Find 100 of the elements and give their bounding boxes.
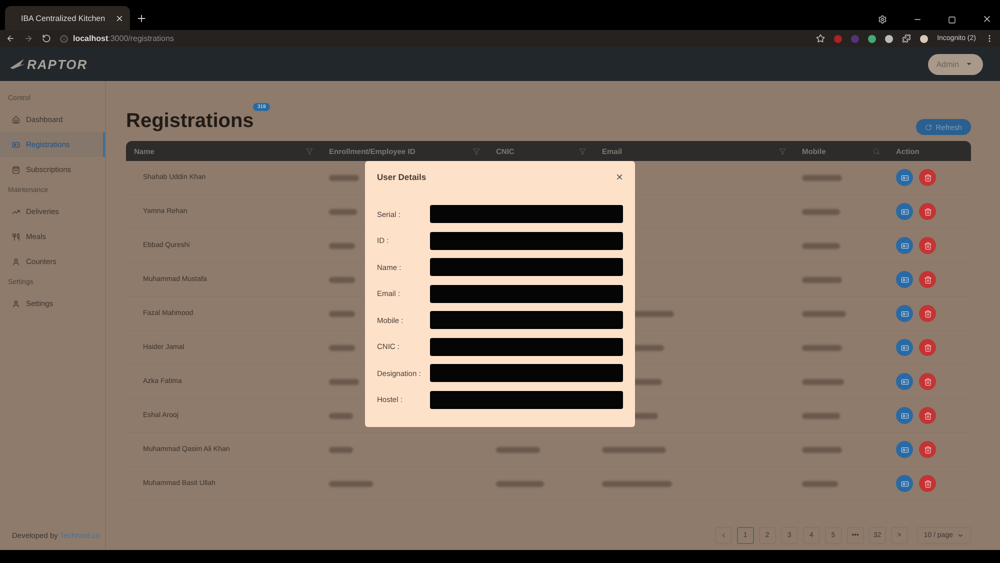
caret-icon (957, 532, 964, 539)
chevron-left-icon (720, 532, 727, 539)
blurred-text (329, 276, 355, 282)
tab-title: IBA Centralized Kitchen (21, 14, 106, 22)
filter-icon[interactable] (779, 148, 786, 154)
id-card-icon (900, 480, 908, 488)
blurred-text (602, 446, 666, 452)
search-icon[interactable] (873, 148, 880, 154)
view-button[interactable] (896, 373, 913, 390)
delete-button[interactable] (919, 407, 936, 424)
id-card-icon (900, 412, 908, 420)
url-text[interactable]: localhost:3000/registrations (73, 34, 174, 43)
blurred-text (802, 344, 842, 350)
view-button[interactable] (896, 237, 913, 254)
forward-icon[interactable] (24, 34, 33, 43)
filter-icon[interactable] (306, 148, 313, 154)
delete-button[interactable] (919, 475, 936, 492)
bag-icon (12, 166, 20, 174)
avatar-icon[interactable] (920, 34, 928, 42)
logo: RAPTOR (9, 56, 88, 72)
view-button[interactable] (896, 169, 913, 186)
blurred-text (802, 480, 838, 486)
trash-icon (924, 310, 932, 318)
user-menu-button[interactable]: Admin (928, 54, 983, 74)
delete-button[interactable] (919, 169, 936, 186)
user-icon (12, 258, 20, 266)
id-card-icon (900, 310, 908, 318)
blurred-text (802, 208, 840, 214)
dialog-title: User Details (377, 172, 426, 182)
id-card-icon (900, 208, 908, 216)
page-title: Registrations (126, 110, 254, 132)
delete-button[interactable] (919, 237, 936, 254)
view-button[interactable] (896, 271, 913, 288)
browser-tab[interactable]: IBA Centralized Kitchen (5, 6, 130, 30)
refresh-icon (924, 124, 932, 130)
delete-button[interactable] (919, 271, 936, 288)
filter-icon[interactable] (579, 148, 586, 154)
close-icon[interactable] (115, 14, 124, 22)
blurred-text (802, 310, 846, 316)
blurred-text (802, 276, 842, 282)
house-icon (12, 116, 20, 124)
trash-icon (924, 446, 932, 454)
back-icon[interactable] (6, 34, 15, 43)
blurred-text (329, 446, 353, 452)
trash-icon (924, 276, 932, 284)
trash-icon (924, 174, 932, 182)
view-button[interactable] (896, 305, 913, 322)
id-card-icon (900, 378, 908, 386)
trash-icon (924, 412, 932, 420)
view-button[interactable] (896, 407, 913, 424)
trash-icon (924, 378, 932, 386)
delete-button[interactable] (919, 305, 936, 322)
id-card-icon (900, 276, 908, 284)
blurred-text (329, 242, 355, 248)
id-card-icon (900, 242, 908, 250)
blurred-text (329, 174, 359, 180)
puzzle-icon[interactable] (902, 34, 912, 43)
blurred-text (329, 480, 373, 486)
new-tab-icon[interactable] (136, 13, 147, 24)
blurred-text (329, 344, 355, 350)
view-button[interactable] (896, 203, 913, 220)
delete-button[interactable] (919, 441, 936, 458)
user-icon (12, 300, 20, 308)
id-card-icon (900, 344, 908, 352)
blurred-text (602, 480, 672, 486)
blurred-text (496, 480, 544, 486)
utensils-icon (12, 232, 20, 240)
star-icon[interactable] (816, 34, 826, 43)
blurred-text (802, 174, 842, 180)
close-button[interactable]: × (616, 171, 623, 183)
view-button[interactable] (896, 339, 913, 356)
info-icon[interactable] (60, 34, 68, 42)
caret-icon (965, 60, 973, 68)
trash-icon (924, 242, 932, 250)
view-button[interactable] (896, 475, 913, 492)
blurred-text (329, 378, 359, 384)
blurred-text (329, 412, 353, 418)
trash-icon (924, 480, 932, 488)
restore-icon[interactable] (948, 16, 956, 24)
blurred-text (802, 446, 842, 452)
view-button[interactable] (896, 441, 913, 458)
trash-icon (924, 344, 932, 352)
blurred-text (802, 242, 840, 248)
id-card-icon (900, 174, 908, 182)
blurred-text (329, 310, 355, 316)
id-card-icon (900, 446, 908, 454)
delete-button[interactable] (919, 373, 936, 390)
blurred-text (802, 412, 840, 418)
logo-icon (9, 58, 25, 70)
gear-icon[interactable] (878, 15, 887, 24)
trend-line-icon (12, 208, 20, 216)
filter-icon[interactable] (473, 148, 480, 154)
id-card-icon (12, 140, 20, 148)
reload-icon[interactable] (42, 34, 51, 43)
close-icon[interactable] (982, 14, 992, 24)
delete-button[interactable] (919, 203, 936, 220)
blurred-text (802, 378, 844, 384)
blurred-text (496, 446, 540, 452)
delete-button[interactable] (919, 339, 936, 356)
blurred-text (329, 208, 357, 214)
